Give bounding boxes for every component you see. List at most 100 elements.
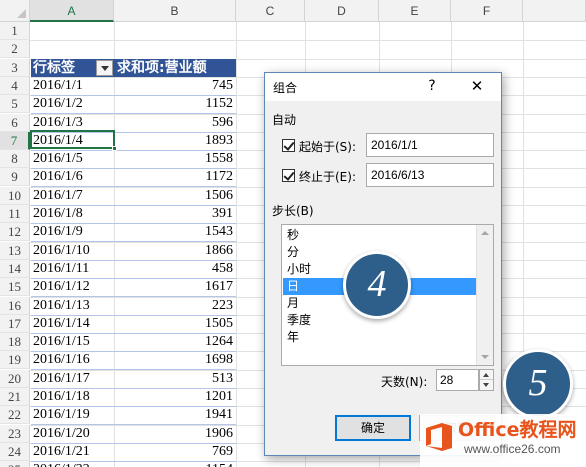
row-header-21[interactable]: 21	[0, 388, 30, 406]
spin-up-icon[interactable]	[480, 370, 493, 380]
start-input[interactable]: 2016/1/1	[366, 133, 494, 157]
row-header-15[interactable]: 15	[0, 278, 30, 297]
column-header-b[interactable]: B	[114, 0, 236, 22]
step-section-label: 步长(B)	[272, 204, 314, 218]
pivot-date-cell[interactable]: 2016/1/8	[31, 205, 114, 223]
column-header-f[interactable]: F	[451, 0, 523, 22]
row-header-5[interactable]: 5	[0, 95, 30, 114]
pivot-value-cell[interactable]: 745	[114, 77, 236, 95]
row-header-13[interactable]: 13	[0, 241, 30, 260]
column-gridline	[236, 22, 237, 467]
pivot-date-cell[interactable]: 2016/1/9	[31, 223, 114, 241]
row-header-25[interactable]: 25	[0, 461, 30, 467]
row-header-14[interactable]: 14	[0, 259, 30, 278]
pivot-date-cell[interactable]: 2016/1/12	[31, 278, 114, 296]
row-header-23[interactable]: 23	[0, 424, 30, 443]
fill-handle[interactable]	[112, 146, 117, 151]
pivot-value-cell[interactable]: 1172	[114, 168, 236, 186]
row-header-1[interactable]: 1	[0, 22, 30, 40]
pivot-date-cell[interactable]: 2016/1/4	[31, 132, 114, 150]
pivot-value-cell[interactable]: 1201	[114, 388, 236, 406]
end-input[interactable]: 2016/6/13	[366, 163, 494, 187]
row-header-6[interactable]: 6	[0, 113, 30, 132]
listbox-scrollbar[interactable]	[476, 225, 493, 365]
row-header-22[interactable]: 22	[0, 406, 30, 425]
select-all-corner[interactable]	[0, 0, 30, 22]
pivot-value-cell[interactable]: 1558	[114, 150, 236, 168]
dialog-titlebar[interactable]: 组合 ? ✕	[265, 73, 501, 101]
end-checkbox[interactable]	[282, 169, 295, 182]
start-checkbox[interactable]	[282, 139, 295, 152]
close-button[interactable]: ✕	[465, 77, 489, 95]
pivot-date-cell[interactable]: 2016/1/17	[31, 370, 114, 388]
days-spinner[interactable]	[479, 369, 494, 391]
days-input[interactable]: 28	[436, 369, 479, 391]
column-header-e[interactable]: E	[379, 0, 451, 22]
step-option[interactable]: 秒	[283, 227, 476, 244]
pivot-date-cell[interactable]: 2016/1/6	[31, 168, 114, 186]
row-header-16[interactable]: 16	[0, 296, 30, 315]
pivot-date-cell[interactable]: 2016/1/2	[31, 95, 114, 113]
help-button[interactable]: ?	[425, 77, 439, 95]
pivot-value-cell[interactable]: 596	[114, 114, 236, 132]
pivot-date-cell[interactable]: 2016/1/15	[31, 333, 114, 351]
row-header-8[interactable]: 8	[0, 150, 30, 169]
pivot-value-cell[interactable]: 458	[114, 260, 236, 278]
pivot-value-cell[interactable]: 1941	[114, 406, 236, 424]
pivot-value-cell[interactable]: 769	[114, 443, 236, 461]
row-header-11[interactable]: 11	[0, 205, 30, 223]
pivot-date-cell[interactable]: 2016/1/13	[31, 297, 114, 315]
pivot-value-header[interactable]: 求和项:营业额	[114, 59, 236, 77]
row-header-4[interactable]: 4	[0, 76, 30, 95]
row-header-12[interactable]: 12	[0, 223, 30, 242]
row-header-24[interactable]: 24	[0, 442, 30, 461]
pivot-date-cell[interactable]: 2016/1/14	[31, 315, 114, 333]
pivot-date-cell[interactable]: 2016/1/16	[31, 351, 114, 369]
pivot-value-cell[interactable]: 1893	[114, 132, 236, 150]
spin-down-icon[interactable]	[480, 380, 493, 390]
pivot-value-cell[interactable]: 1154	[114, 461, 236, 467]
pivot-date-cell[interactable]: 2016/1/19	[31, 406, 114, 424]
pivot-value-cell[interactable]: 1866	[114, 242, 236, 260]
pivot-date-cell[interactable]: 2016/1/5	[31, 150, 114, 168]
step-option[interactable]: 年	[283, 329, 476, 346]
pivot-date-cell[interactable]: 2016/1/7	[31, 187, 114, 205]
pivot-value-cell[interactable]: 1906	[114, 425, 236, 443]
pivot-date-cell[interactable]: 2016/1/22	[31, 461, 114, 467]
row-header-10[interactable]: 10	[0, 186, 30, 205]
pivot-date-cell[interactable]: 2016/1/10	[31, 242, 114, 260]
ok-button[interactable]: 确定	[335, 415, 411, 441]
pivot-value-cell[interactable]: 1506	[114, 187, 236, 205]
pivot-value-cell[interactable]: 1152	[114, 95, 236, 113]
pivot-value-cell[interactable]: 1264	[114, 333, 236, 351]
column-header-d[interactable]: D	[305, 0, 379, 22]
row-gridline	[30, 40, 586, 42]
pivot-value-cell[interactable]: 1617	[114, 278, 236, 296]
pivot-date-cell[interactable]: 2016/1/3	[31, 114, 114, 132]
pivot-date-cell[interactable]: 2016/1/11	[31, 260, 114, 278]
pivot-date-cell[interactable]: 2016/1/1	[31, 77, 114, 95]
pivot-value-cell[interactable]: 223	[114, 297, 236, 315]
pivot-value-cell[interactable]: 1543	[114, 223, 236, 241]
row-header-20[interactable]: 20	[0, 369, 30, 388]
column-header-a[interactable]: A	[30, 0, 114, 22]
row-header-19[interactable]: 19	[0, 351, 30, 370]
pivot-value-cell[interactable]: 1505	[114, 315, 236, 333]
pivot-value-cell[interactable]: 391	[114, 205, 236, 223]
row-header-3[interactable]: 3	[0, 58, 30, 77]
pivot-value-cell[interactable]: 1698	[114, 351, 236, 369]
row-header-7[interactable]: 7	[0, 131, 30, 150]
row-header-17[interactable]: 17	[0, 314, 30, 333]
pivot-date-cell[interactable]: 2016/1/20	[31, 425, 114, 443]
pivot-date-cell[interactable]: 2016/1/18	[31, 388, 114, 406]
row-header-2[interactable]: 2	[0, 40, 30, 59]
filter-dropdown-icon[interactable]	[96, 60, 113, 76]
column-header-c[interactable]: C	[236, 0, 305, 22]
pivot-value-cell[interactable]: 513	[114, 370, 236, 388]
column-header-next[interactable]	[523, 0, 586, 22]
pivot-date-cell[interactable]: 2016/1/21	[31, 443, 114, 461]
row-header-18[interactable]: 18	[0, 333, 30, 352]
scroll-up-icon[interactable]	[477, 225, 493, 241]
scroll-down-icon[interactable]	[477, 349, 493, 365]
row-header-9[interactable]: 9	[0, 168, 30, 187]
